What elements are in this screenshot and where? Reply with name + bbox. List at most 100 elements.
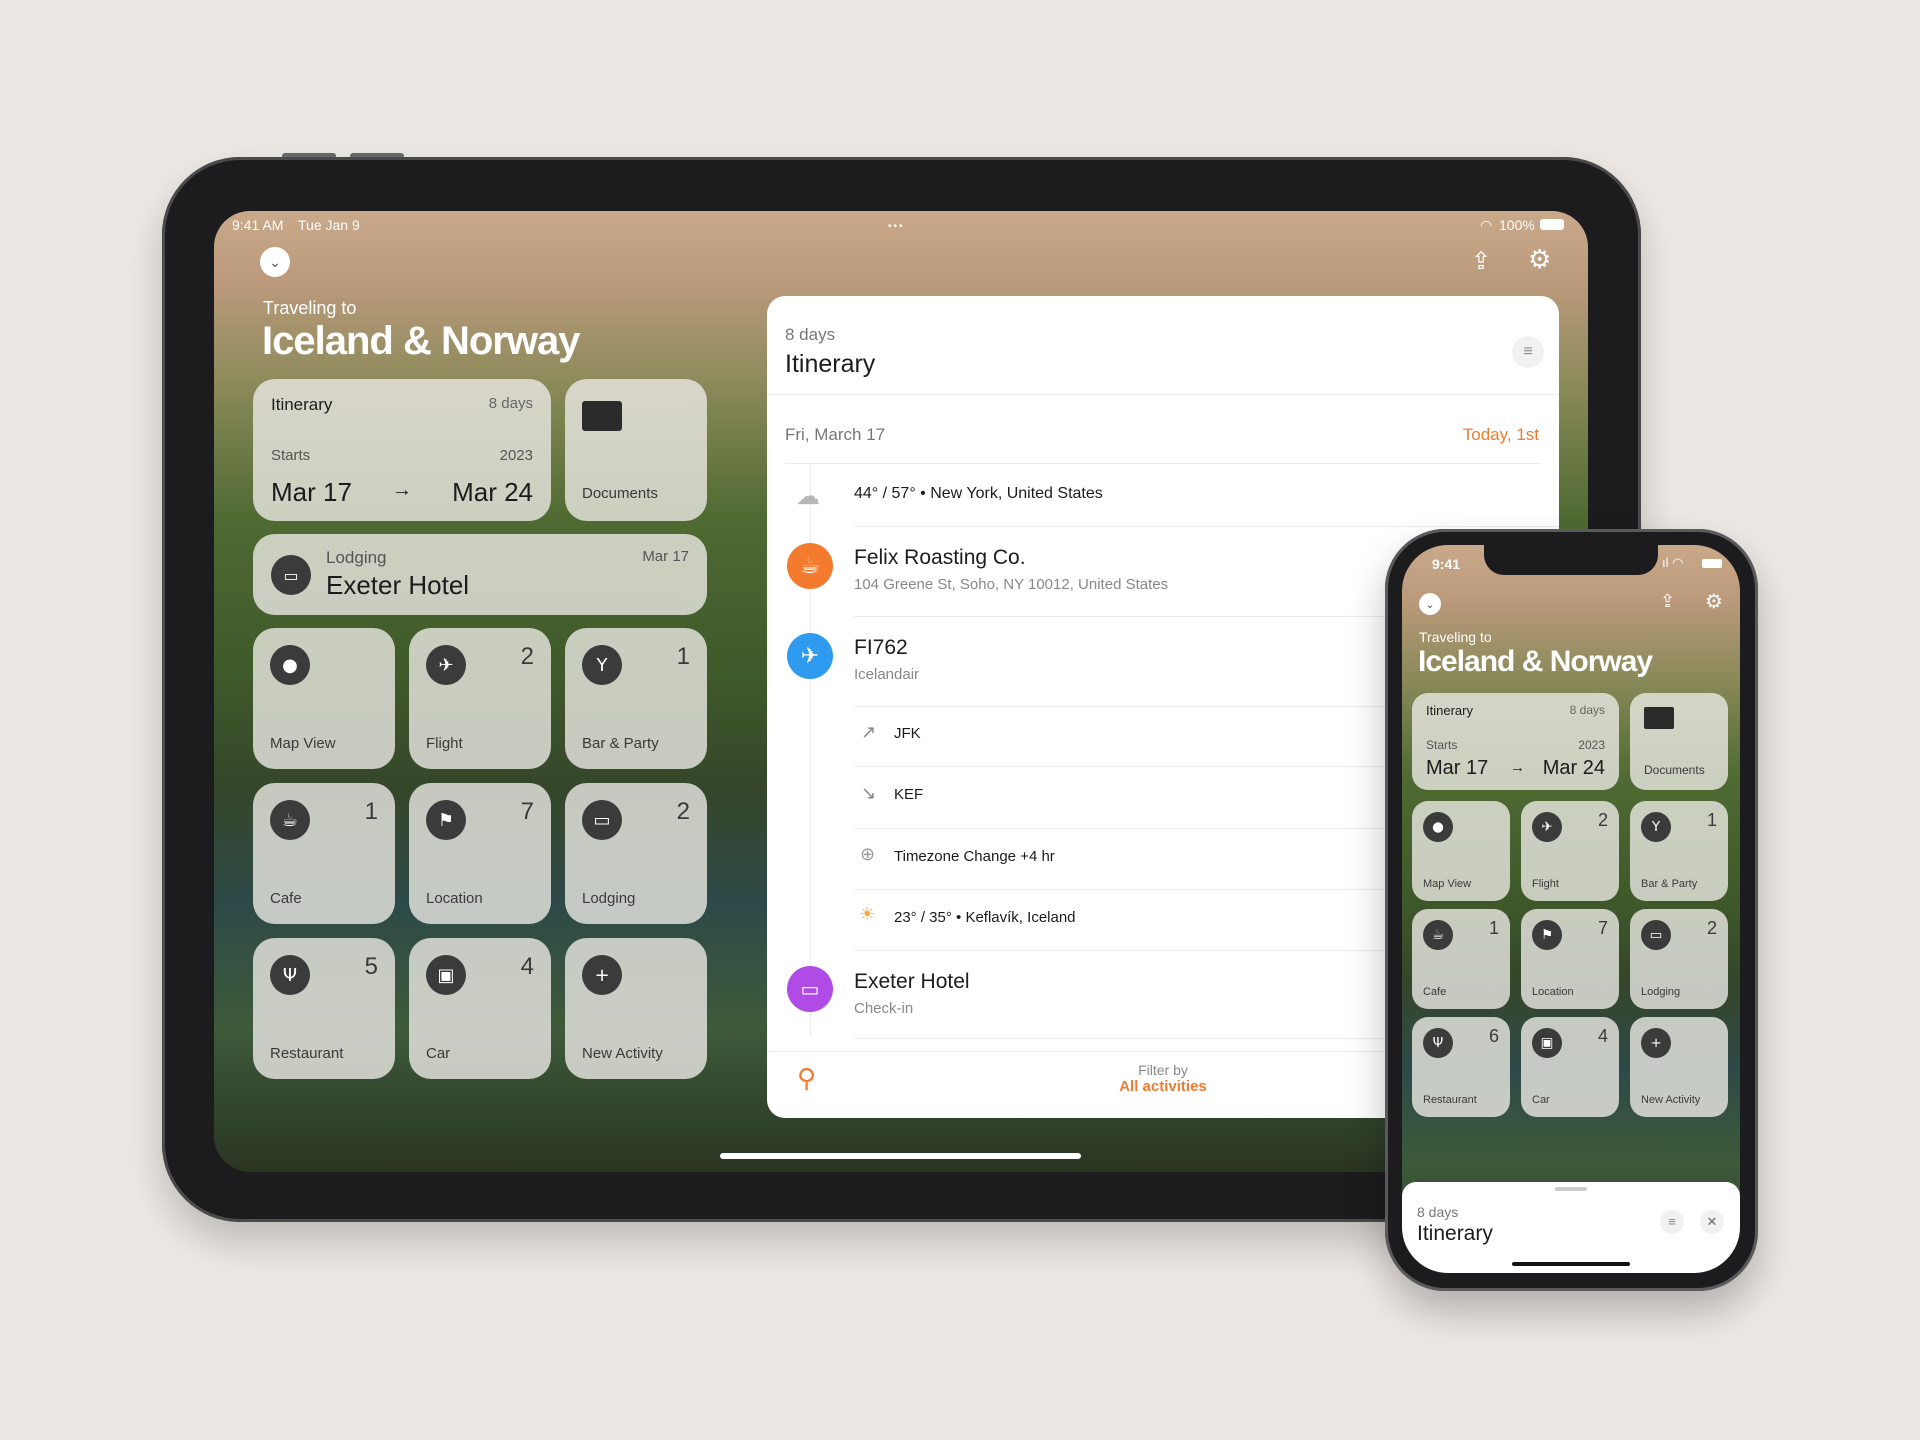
car-icon: ▣ xyxy=(426,955,466,995)
bed-icon: ▭ xyxy=(787,966,833,1012)
settings-button[interactable]: ⚙ xyxy=(1528,245,1551,275)
tile-label: Cafe xyxy=(1423,986,1447,998)
tile-new-activity[interactable]: + New Activity xyxy=(1630,1017,1728,1117)
documents-label: Documents xyxy=(1644,763,1705,777)
filter-settings-button[interactable]: ≡ xyxy=(1512,336,1544,368)
partly-sunny-icon: ☀ xyxy=(859,904,876,925)
flag-icon: ⚑ xyxy=(426,800,466,840)
bed-icon: ▭ xyxy=(1641,920,1671,950)
settings-button[interactable]: ⚙ xyxy=(1705,589,1723,613)
share-button[interactable]: ⇪ xyxy=(1471,247,1491,276)
signal-wifi-icon: ıl ◠ xyxy=(1662,555,1684,570)
battery-icon xyxy=(1540,219,1564,230)
tile-map-view[interactable]: ● Map View xyxy=(253,628,395,769)
traveling-label: Traveling to xyxy=(1419,629,1492,645)
cocktail-icon: Y xyxy=(582,645,622,685)
tile-label: New Activity xyxy=(1641,1094,1701,1106)
tile-flight[interactable]: ✈ 2 Flight xyxy=(1521,801,1619,901)
activity-subtitle: Check-in xyxy=(854,1000,914,1017)
itinerary-label: Itinerary xyxy=(1426,703,1473,718)
start-date: Mar 17 xyxy=(271,477,352,507)
close-button[interactable]: ✕ xyxy=(1700,1210,1724,1234)
tile-bar-party[interactable]: Y 1 Bar & Party xyxy=(1630,801,1728,901)
tile-label: Lodging xyxy=(1641,986,1681,998)
tile-restaurant[interactable]: Ψ 6 Restaurant xyxy=(1412,1017,1510,1117)
tile-label: Flight xyxy=(426,735,463,752)
collapse-chevron-button[interactable]: ⌄ xyxy=(1419,593,1441,615)
tile-flight[interactable]: ✈ 2 Flight xyxy=(409,628,551,769)
itinerary-card[interactable]: Itinerary 8 days Starts 2023 Mar 17 → Ma… xyxy=(1412,693,1619,790)
gear-icon: ⚙ xyxy=(1528,245,1552,275)
panel-days: 8 days xyxy=(785,325,836,344)
activity-name: Exeter Hotel xyxy=(854,970,970,993)
lodging-card[interactable]: ▭ Lodging Exeter Hotel Mar 17 xyxy=(253,534,707,615)
tile-count: 4 xyxy=(520,953,534,980)
car-icon: ▣ xyxy=(1532,1028,1562,1058)
tile-lodging[interactable]: ▭ 2 Lodging xyxy=(565,783,707,924)
battery-icon xyxy=(1702,559,1722,568)
filter-settings-button[interactable]: ≡ xyxy=(1660,1210,1684,1234)
itinerary-card[interactable]: Itinerary 8 days Starts 2023 Mar 17 → Ma… xyxy=(253,379,551,521)
starts-label: Starts xyxy=(271,447,311,464)
days-count: 8 days xyxy=(488,395,533,412)
tile-map-view[interactable]: ● Map View xyxy=(1412,801,1510,901)
tile-count: 1 xyxy=(1706,810,1717,830)
tile-label: Lodging xyxy=(582,890,636,907)
share-button[interactable]: ⇪ xyxy=(1660,591,1675,612)
coffee-cup-icon: ☕ xyxy=(787,543,833,589)
chevron-down-icon: ⌄ xyxy=(269,253,281,270)
home-indicator xyxy=(720,1153,1081,1159)
share-icon: ⇪ xyxy=(1471,248,1492,275)
tile-count: 2 xyxy=(1597,810,1608,830)
sliders-icon: ≡ xyxy=(1523,343,1533,360)
tile-bar-party[interactable]: Y 1 Bar & Party xyxy=(565,628,707,769)
folder-icon xyxy=(582,401,622,431)
tile-count: 6 xyxy=(1488,1026,1499,1046)
tile-count: 7 xyxy=(1597,918,1608,938)
end-date: Mar 24 xyxy=(452,477,533,507)
trip-title: Iceland & Norway xyxy=(262,319,580,363)
battery-level: 100% xyxy=(1499,217,1535,233)
year-label: 2023 xyxy=(1578,738,1605,752)
tile-lodging[interactable]: ▭ 2 Lodging xyxy=(1630,909,1728,1009)
lodging-date: Mar 17 xyxy=(642,548,689,565)
tile-restaurant[interactable]: Ψ 5 Restaurant xyxy=(253,938,395,1079)
status-time: 9:41 xyxy=(1432,556,1461,572)
tile-new-activity[interactable]: + New Activity xyxy=(565,938,707,1079)
days-count: 8 days xyxy=(1569,703,1605,717)
tile-car[interactable]: ▣ 4 Car xyxy=(409,938,551,1079)
status-date: Tue Jan 9 xyxy=(298,217,360,233)
chevron-down-icon: ⌄ xyxy=(1425,598,1435,611)
today-label: Today, 1st xyxy=(1462,425,1539,444)
arrival-arrow-icon: ↘ xyxy=(861,783,877,803)
plus-icon: + xyxy=(1641,1028,1671,1058)
tile-label: Map View xyxy=(270,735,336,752)
tile-cafe[interactable]: ☕ 1 Cafe xyxy=(1412,909,1510,1009)
multitasking-dots[interactable]: ••• xyxy=(888,221,905,232)
itinerary-sheet[interactable]: 8 days Itinerary ≡ ✕ xyxy=(1402,1182,1740,1273)
departure-arrow-icon: ↗ xyxy=(861,722,877,742)
documents-card[interactable]: Documents xyxy=(1630,693,1728,790)
tile-location[interactable]: ⚑ 7 Location xyxy=(409,783,551,924)
documents-card[interactable]: Documents xyxy=(565,379,707,521)
collapse-chevron-button[interactable]: ⌄ xyxy=(260,247,290,277)
documents-label: Documents xyxy=(582,485,658,502)
close-icon: ✕ xyxy=(1706,1214,1718,1229)
sheet-grabber[interactable] xyxy=(1555,1187,1587,1191)
tile-location[interactable]: ⚑ 7 Location xyxy=(1521,909,1619,1009)
day-date: Fri, March 17 xyxy=(785,425,886,444)
tile-cafe[interactable]: ☕ 1 Cafe xyxy=(253,783,395,924)
tile-car[interactable]: ▣ 4 Car xyxy=(1521,1017,1619,1117)
activity-address: 104 Greene St, Soho, NY 10012, United St… xyxy=(854,576,1169,593)
plus-icon: + xyxy=(582,955,622,995)
departure-airport: JFK xyxy=(894,725,921,742)
arrival-airport: KEF xyxy=(894,786,924,803)
arrow-icon: → xyxy=(392,479,412,501)
tile-label: Bar & Party xyxy=(1641,878,1698,890)
cocktail-icon: Y xyxy=(1641,812,1671,842)
wifi-icon: ◠ xyxy=(1480,217,1493,233)
status-time: 9:41 AM xyxy=(232,217,284,233)
end-date: Mar 24 xyxy=(1542,757,1605,779)
tile-count: 5 xyxy=(364,953,378,980)
itinerary-label: Itinerary xyxy=(271,395,333,414)
